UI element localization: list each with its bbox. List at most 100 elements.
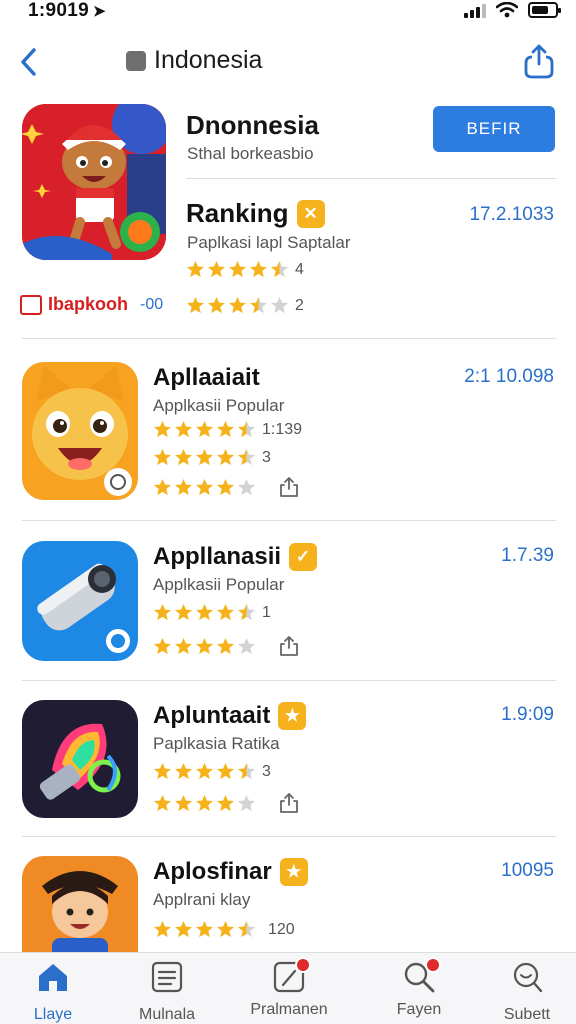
star-icon bbox=[237, 762, 256, 780]
wifi-icon bbox=[496, 2, 518, 18]
star-icon bbox=[216, 478, 235, 495]
ranking-title: Ranking ✕ bbox=[186, 198, 325, 229]
star-icon bbox=[270, 296, 289, 314]
app-subtitle: Paplkasia Ratika bbox=[153, 734, 280, 753]
tab-updates[interactable]: Pralmanen bbox=[234, 957, 344, 1019]
star-icon bbox=[174, 603, 193, 621]
rating-row: 3 bbox=[153, 762, 271, 781]
star-icon bbox=[216, 420, 235, 438]
share-icon[interactable] bbox=[278, 792, 300, 814]
share-icon[interactable] bbox=[278, 476, 300, 498]
tab-home[interactable]: Llaye bbox=[0, 959, 108, 1024]
star-icon bbox=[174, 478, 193, 495]
rocket-icon[interactable] bbox=[22, 700, 138, 818]
app-name: Appllanasii ✓ bbox=[153, 543, 318, 571]
share-icon[interactable] bbox=[522, 42, 556, 80]
rating-count: 1 bbox=[262, 603, 271, 621]
home-icon bbox=[39, 964, 67, 991]
star-icon bbox=[237, 420, 256, 438]
star-icon bbox=[186, 296, 205, 314]
app-date: 1.9:09 bbox=[501, 704, 554, 725]
tab-label: Mulnala bbox=[138, 1006, 196, 1023]
star-icon bbox=[216, 794, 235, 811]
brand-label[interactable]: Ibapkooh -00 bbox=[20, 294, 163, 315]
star-icon bbox=[195, 920, 214, 938]
star-icon bbox=[237, 637, 256, 654]
app-name-text: Apllaaiait bbox=[153, 364, 260, 391]
star-icon bbox=[270, 260, 289, 278]
back-chevron-icon[interactable] bbox=[14, 44, 44, 80]
rating-row bbox=[153, 792, 300, 814]
star-rating bbox=[153, 448, 256, 467]
star-rating bbox=[153, 637, 256, 656]
star-icon bbox=[249, 296, 268, 314]
brand-number: -00 bbox=[140, 295, 164, 313]
brand-name: Ibapkooh bbox=[48, 294, 128, 314]
featured-app-icon[interactable] bbox=[22, 104, 166, 260]
app-subtitle: Applkasii Popular bbox=[153, 396, 285, 415]
tab-list[interactable]: Mulnala bbox=[112, 959, 222, 1024]
share-icon[interactable] bbox=[278, 635, 300, 657]
star-icon bbox=[153, 794, 172, 811]
app-name: Apllaaiait bbox=[153, 364, 260, 392]
status-bar: 1:9019 ➤ bbox=[0, 0, 576, 30]
star-icon bbox=[174, 637, 193, 654]
star-icon bbox=[153, 762, 172, 780]
star-icon bbox=[174, 448, 193, 466]
star-rating bbox=[186, 296, 289, 315]
star-icon bbox=[207, 296, 226, 314]
star-icon bbox=[207, 260, 226, 278]
star-icon bbox=[195, 603, 214, 621]
camera-icon[interactable] bbox=[22, 541, 138, 661]
divider bbox=[22, 836, 556, 837]
profile-icon bbox=[513, 962, 543, 993]
star-icon bbox=[153, 920, 172, 938]
lock-icon bbox=[126, 50, 146, 71]
cat-icon[interactable] bbox=[22, 362, 138, 500]
rating-count: 4 bbox=[295, 260, 304, 278]
ranking-title-text: Ranking bbox=[186, 198, 289, 228]
search-icon bbox=[401, 957, 441, 995]
app-name-text: Appllanasii bbox=[153, 543, 282, 570]
star-icon bbox=[195, 762, 214, 780]
rating-row: 120 bbox=[153, 920, 295, 939]
nav-title: Indonesia bbox=[126, 46, 262, 75]
star-rating bbox=[186, 260, 289, 279]
star-icon bbox=[216, 920, 235, 938]
star-icon bbox=[174, 794, 193, 811]
nav-bar: Indonesia bbox=[0, 38, 576, 88]
app-subtitle: Applrani klay bbox=[153, 890, 251, 909]
tab-profile[interactable]: Subett bbox=[472, 959, 576, 1024]
divider bbox=[22, 520, 556, 521]
star-icon bbox=[153, 637, 172, 654]
app-name-text: Apluntaait bbox=[153, 702, 271, 729]
status-time: 1:9019 ➤ bbox=[28, 0, 106, 22]
ranking-badge-icon: ✕ bbox=[296, 199, 325, 228]
rating-row: 1 bbox=[153, 603, 271, 622]
rating-row bbox=[153, 476, 300, 498]
nav-title-text: Indonesia bbox=[154, 46, 263, 74]
divider bbox=[22, 338, 556, 339]
divider bbox=[22, 680, 556, 681]
tab-bar: Llaye Mulnala Pralmanen Fayen Subett bbox=[0, 952, 576, 1024]
clock-icon bbox=[271, 957, 311, 995]
get-button[interactable]: BEFIR bbox=[433, 106, 555, 152]
rating-row: 4 bbox=[186, 260, 304, 279]
featured-app-name: Dnonnesia bbox=[186, 110, 319, 140]
app-list-item[interactable]: Appllanasii ✓ Applkasii Popular 1.7.39 1 bbox=[0, 541, 576, 701]
tab-search[interactable]: Fayen bbox=[364, 957, 474, 1019]
app-list-item[interactable]: Aplosfinar ★ Applrani klay 10095 120 bbox=[0, 856, 576, 952]
star-icon bbox=[237, 478, 256, 495]
character-icon[interactable] bbox=[22, 856, 138, 952]
app-name-text: Aplosfinar bbox=[153, 858, 272, 885]
app-name: Apluntaait ★ bbox=[153, 702, 307, 730]
star-icon bbox=[237, 448, 256, 466]
rating-count: 1:139 bbox=[262, 420, 303, 438]
star-icon bbox=[237, 603, 256, 621]
star-rating bbox=[153, 762, 256, 781]
notification-badge bbox=[425, 957, 441, 973]
rating-row: 2 bbox=[186, 296, 304, 315]
rating-count: 120 bbox=[268, 920, 295, 938]
app-list-item[interactable]: Apllaaiait Applkasii Popular 2:1 10.098 … bbox=[0, 362, 576, 522]
brand-logo-icon bbox=[20, 294, 42, 315]
